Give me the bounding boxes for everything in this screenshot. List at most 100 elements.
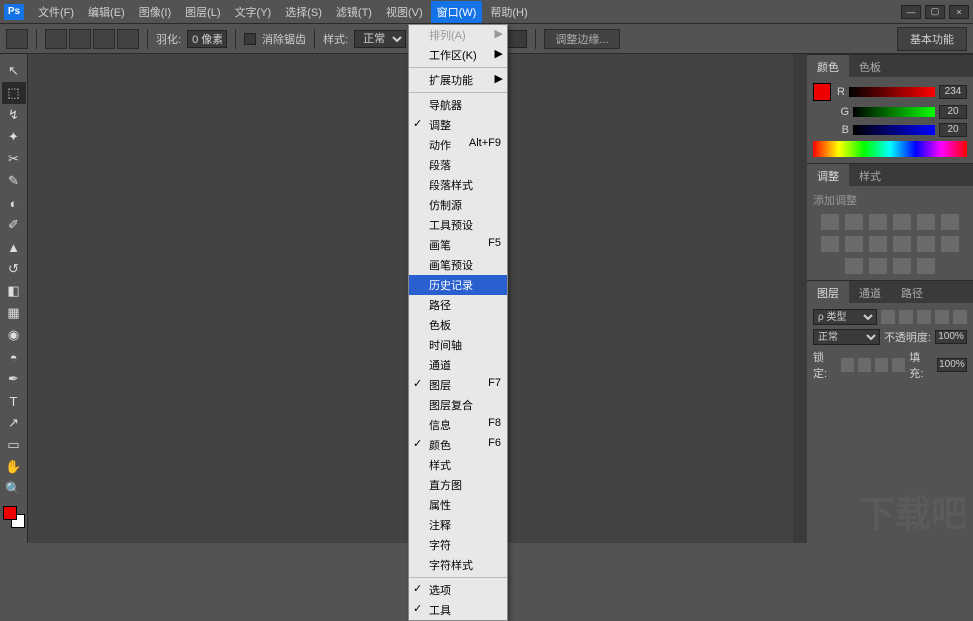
antialias-checkbox[interactable] [244,33,256,45]
refine-edge-button[interactable]: 调整边缘... [544,29,619,49]
menu-item-工具预设[interactable]: 工具预设 [409,215,507,235]
menu-select[interactable]: 选择(S) [279,1,328,23]
b-slider[interactable] [853,125,935,135]
healing-tool[interactable]: ◐ [2,192,26,214]
filter-shape-icon[interactable] [935,310,949,324]
tab-styles[interactable]: 样式 [849,164,891,186]
menu-filter[interactable]: 滤镜(T) [330,1,378,23]
tab-color[interactable]: 颜色 [807,55,849,77]
brightness-icon[interactable] [821,214,839,230]
filter-adjust-icon[interactable] [899,310,913,324]
g-value[interactable]: 20 [939,105,967,119]
tab-channels[interactable]: 通道 [849,281,891,303]
menu-type[interactable]: 文字(Y) [229,1,278,23]
marquee-tool[interactable]: ⬚ [2,82,26,104]
tool-preset-icon[interactable] [6,29,28,49]
history-brush-tool[interactable]: ↺ [2,258,26,280]
move-tool[interactable]: ↖ [2,60,26,82]
menu-item-字符[interactable]: 字符 [409,535,507,555]
path-tool[interactable]: ↗ [2,412,26,434]
layer-kind-select[interactable]: ρ 类型 [813,309,877,325]
menu-item-时间轴[interactable]: 时间轴 [409,335,507,355]
menu-edit[interactable]: 编辑(E) [82,1,131,23]
menu-item-信息[interactable]: 信息F8 [409,415,507,435]
tab-layers[interactable]: 图层 [807,281,849,303]
blend-mode-select[interactable]: 正常 [813,329,880,345]
lock-image-icon[interactable] [858,358,871,372]
menu-item-字符样式[interactable]: 字符样式 [409,555,507,575]
lock-transparent-icon[interactable] [841,358,854,372]
stamp-tool[interactable]: ▲ [2,236,26,258]
workspace-switcher[interactable]: 基本功能 [897,27,967,51]
menu-layer[interactable]: 图层(L) [179,1,226,23]
menu-item-画笔预设[interactable]: 画笔预设 [409,255,507,275]
filter-smart-icon[interactable] [953,310,967,324]
filter-type-icon[interactable] [917,310,931,324]
lock-position-icon[interactable] [875,358,888,372]
g-slider[interactable] [853,107,935,117]
menu-item-色板[interactable]: 色板 [409,315,507,335]
menu-item-样式[interactable]: 样式 [409,455,507,475]
menu-item-动作[interactable]: 动作Alt+F9 [409,135,507,155]
menu-file[interactable]: 文件(F) [32,1,80,23]
gradientmap-icon[interactable] [893,258,911,274]
zoom-tool[interactable]: 🔍 [2,478,26,500]
intersect-selection-icon[interactable] [117,29,139,49]
photofilter-icon[interactable] [869,236,887,252]
menu-item-通道[interactable]: 通道 [409,355,507,375]
fill-value[interactable]: 100% [937,358,967,372]
threshold-icon[interactable] [869,258,887,274]
menu-window[interactable]: 窗口(W) [431,1,483,23]
vibrance-icon[interactable] [917,214,935,230]
brush-tool[interactable]: ✐ [2,214,26,236]
menu-item-工作区(K)[interactable]: 工作区(K)▶ [409,45,507,65]
menu-item-导航器[interactable]: 导航器 [409,95,507,115]
curves-icon[interactable] [869,214,887,230]
add-selection-icon[interactable] [69,29,91,49]
menu-item-仿制源[interactable]: 仿制源 [409,195,507,215]
menu-item-调整[interactable]: ✓调整 [409,115,507,135]
menu-image[interactable]: 图像(I) [133,1,177,23]
maximize-button[interactable]: ▢ [925,5,945,19]
r-slider[interactable] [849,87,935,97]
close-button[interactable]: × [949,5,969,19]
menu-item-段落样式[interactable]: 段落样式 [409,175,507,195]
shape-tool[interactable]: ▭ [2,434,26,456]
collapsed-dock[interactable] [793,54,807,543]
spectrum-bar[interactable] [813,141,967,157]
lock-all-icon[interactable] [892,358,905,372]
tab-swatches[interactable]: 色板 [849,55,891,77]
menu-item-图层复合[interactable]: 图层复合 [409,395,507,415]
crop-tool[interactable]: ✂ [2,148,26,170]
bw-icon[interactable] [845,236,863,252]
menu-help[interactable]: 帮助(H) [484,1,533,23]
filter-pixel-icon[interactable] [881,310,895,324]
menu-item-工具[interactable]: ✓工具 [409,600,507,620]
lasso-tool[interactable]: ↯ [2,104,26,126]
levels-icon[interactable] [845,214,863,230]
minimize-button[interactable]: — [901,5,921,19]
blur-tool[interactable]: ◉ [2,324,26,346]
menu-item-直方图[interactable]: 直方图 [409,475,507,495]
hue-icon[interactable] [941,214,959,230]
hand-tool[interactable]: ✋ [2,456,26,478]
menu-item-图层[interactable]: ✓图层F7 [409,375,507,395]
subtract-selection-icon[interactable] [93,29,115,49]
menu-item-扩展功能[interactable]: 扩展功能▶ [409,70,507,90]
menu-item-颜色[interactable]: ✓颜色F6 [409,435,507,455]
channelmixer-icon[interactable] [893,236,911,252]
tab-adjustments[interactable]: 调整 [807,164,849,186]
menu-item-段落[interactable]: 段落 [409,155,507,175]
dodge-tool[interactable]: ◓ [2,346,26,368]
menu-item-注释[interactable]: 注释 [409,515,507,535]
pen-tool[interactable]: ✒ [2,368,26,390]
feather-input[interactable] [187,30,227,48]
lookup-icon[interactable] [917,236,935,252]
wand-tool[interactable]: ✦ [2,126,26,148]
b-value[interactable]: 20 [939,123,967,137]
menu-item-属性[interactable]: 属性 [409,495,507,515]
tab-paths[interactable]: 路径 [891,281,933,303]
invert-icon[interactable] [941,236,959,252]
type-tool[interactable]: T [2,390,26,412]
selective-icon[interactable] [917,258,935,274]
